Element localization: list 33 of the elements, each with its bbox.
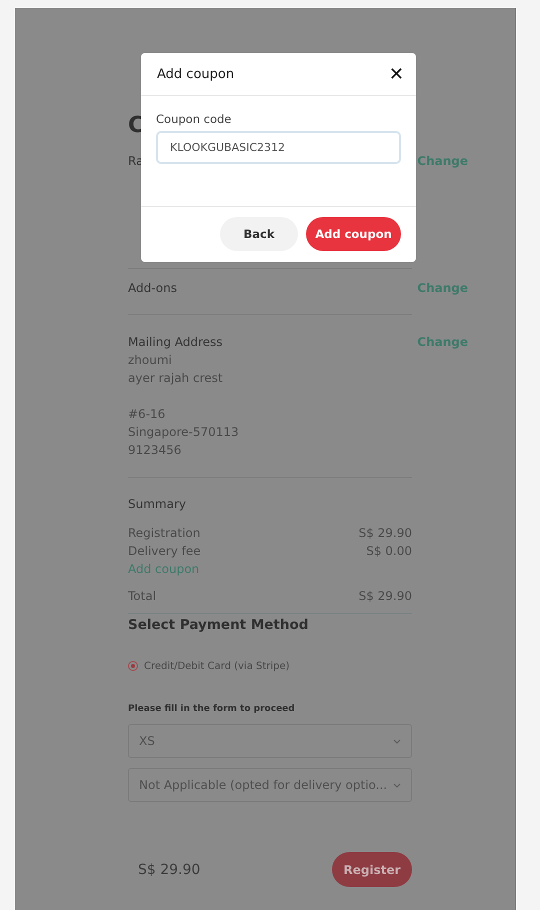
select-field[interactable]: XS xyxy=(128,724,412,758)
address-line: 9123456 xyxy=(128,443,182,457)
address-line: ayer rajah crest xyxy=(128,371,223,385)
addons-label: Add-ons xyxy=(128,280,177,297)
coupon-code-field[interactable]: KLOOKGUBASIC2312 xyxy=(156,131,401,164)
form-note: Please fill in the form to proceed xyxy=(128,704,296,716)
total-value: S$ 29.90 xyxy=(358,588,412,605)
total-label: Total xyxy=(128,588,156,605)
change-link[interactable]: Change xyxy=(417,279,468,297)
payment-method-title: Select Payment Method xyxy=(128,617,310,635)
add-coupon-button[interactable]: Add coupon xyxy=(306,217,401,251)
field-label: Coupon code xyxy=(156,112,232,126)
summary-value: S$ 0.00 xyxy=(366,543,412,560)
mailing-address-label: Mailing Address xyxy=(128,334,223,351)
address-line: zhoumi xyxy=(128,353,172,367)
chevron-down-icon xyxy=(393,738,401,744)
radio-button[interactable] xyxy=(128,661,138,671)
back-button[interactable]: Back xyxy=(220,217,298,251)
select-field[interactable]: Not Applicable (opted for delivery optio... xyxy=(128,768,412,802)
total-price: S$ 29.90 xyxy=(138,862,200,878)
address-line: #6-16 xyxy=(128,407,166,421)
add-coupon-link[interactable]: Add coupon xyxy=(128,560,200,578)
change-link[interactable]: Change xyxy=(417,333,468,351)
address-line: Singapore-570113 xyxy=(128,425,239,439)
dialog-title: Add coupon xyxy=(157,66,234,82)
summary-label: Delivery fee xyxy=(128,543,201,560)
summary-title: Summary xyxy=(128,497,187,513)
summary-value: S$ 29.90 xyxy=(358,525,412,542)
register-button[interactable]: Register xyxy=(332,852,412,887)
change-link[interactable]: Change xyxy=(417,152,468,170)
chevron-down-icon xyxy=(393,782,401,788)
summary-label: Registration xyxy=(128,525,200,542)
payment-option-label: Credit/Debit Card (via Stripe) xyxy=(144,660,290,672)
